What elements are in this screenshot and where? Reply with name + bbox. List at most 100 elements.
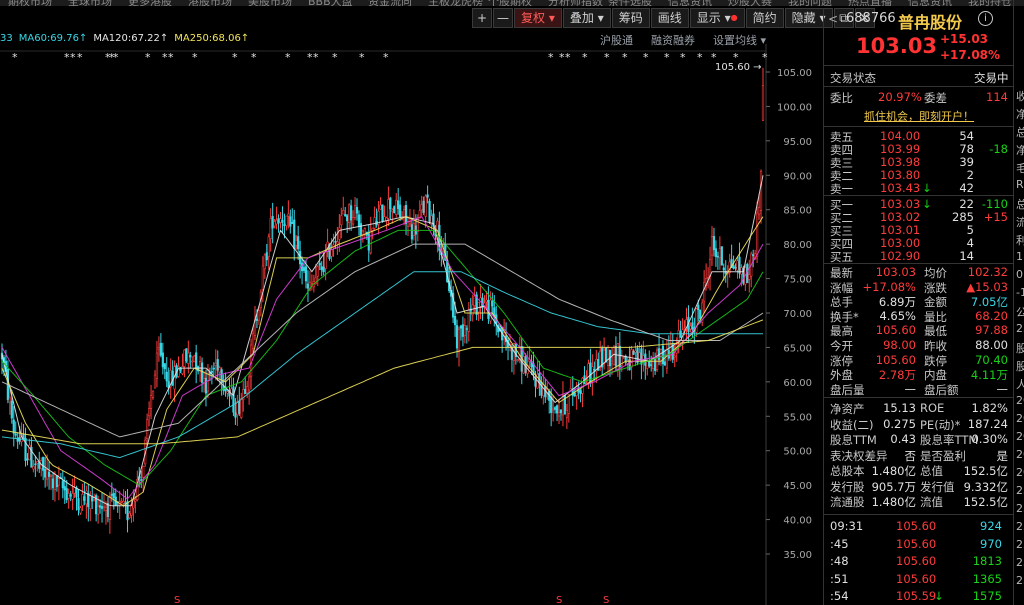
event-marker[interactable]: * <box>12 51 18 64</box>
event-marker[interactable]: * <box>733 51 739 64</box>
event-marker[interactable]: * <box>359 51 365 64</box>
top-menu-item[interactable]: BBB大盘 <box>308 0 353 6</box>
dividend-marker[interactable]: S <box>556 595 562 605</box>
top-menu-item[interactable]: 炒股大赛 <box>728 0 772 6</box>
candle-body <box>271 216 274 229</box>
fund-value: 152.5亿 <box>963 495 1008 509</box>
event-marker[interactable]: * <box>192 51 198 64</box>
kline-chart[interactable]: 35.00 40.00 45.00 50.00 55.00 60.00 65.00 70.00… <box>0 44 822 605</box>
top-menu-item[interactable]: 我的问题 <box>788 0 832 6</box>
chips-button[interactable]: 筹码 <box>611 8 650 28</box>
event-marker[interactable]: * <box>548 51 554 64</box>
candle-body <box>761 85 765 121</box>
top-menu-item[interactable]: 美股市场 <box>248 0 292 6</box>
event-marker[interactable]: * <box>251 51 257 64</box>
ask-delta: -18 <box>989 142 1008 156</box>
zoom-out-button[interactable]: — <box>493 8 513 28</box>
candle-body <box>261 265 264 290</box>
candle-body <box>351 217 355 225</box>
event-marker[interactable]: * <box>168 51 174 64</box>
top-menu-item[interactable]: 全球市场 <box>68 0 112 6</box>
bid-delta: -110 <box>981 197 1008 211</box>
event-marker[interactable]: * <box>697 51 703 64</box>
draw-line-button[interactable]: 画线 <box>650 8 689 28</box>
down-arrow-icon: ↓ <box>934 589 944 603</box>
candle-body <box>387 199 390 219</box>
y-tick-label: 100.00 <box>777 102 812 113</box>
stat-value: 4.11万 <box>970 368 1008 383</box>
simple-mode-button[interactable]: 简约 <box>745 8 784 28</box>
dividend-marker[interactable]: S <box>174 595 180 605</box>
top-menu-item[interactable]: 我的持仓 <box>968 0 1012 6</box>
event-marker[interactable]: * <box>604 51 610 64</box>
candle-body <box>128 512 131 519</box>
event-marker[interactable]: * <box>762 51 768 64</box>
open-account-link[interactable]: 抓住机会，即刻开户！ <box>824 108 1014 124</box>
tick-price: 105.60 <box>896 571 937 586</box>
candle-body <box>14 433 17 436</box>
fund-label: 发行股 <box>830 479 865 494</box>
top-menu-item[interactable]: 分析师指数 <box>548 0 603 6</box>
candle-body <box>244 388 247 395</box>
price-change-pct: +17.08% <box>940 48 1001 62</box>
zoom-in-button[interactable]: + <box>472 8 492 28</box>
event-marker[interactable]: * <box>643 51 649 64</box>
side-label: 25 <box>1016 520 1024 533</box>
side-info-column: 收净总净毛RO总流利10-1公23股股人20202020202525252525… <box>1013 0 1024 605</box>
dividend-marker[interactable]: S <box>603 595 609 605</box>
event-marker[interactable]: * <box>383 51 389 64</box>
candle-body <box>293 219 296 249</box>
top-menu-item[interactable]: 条件选股 <box>608 0 652 6</box>
bid-row: 买一 103.03 ↓ 22 -110 <box>824 197 1014 212</box>
info-icon[interactable]: i <box>978 11 993 26</box>
candle-body <box>355 207 359 214</box>
candle-body <box>422 200 425 213</box>
candle-body <box>42 456 45 471</box>
top-menu-item[interactable]: 资金流向 <box>368 0 412 6</box>
overlay-button[interactable]: 叠加 ▾ <box>562 8 611 28</box>
event-marker[interactable]: * <box>77 51 83 64</box>
top-menu-item[interactable]: 信息资讯 <box>908 0 952 6</box>
event-marker[interactable]: * <box>285 51 291 64</box>
fuquan-button[interactable]: 复权 ▾ <box>514 8 562 28</box>
event-marker[interactable]: * <box>582 51 588 64</box>
event-marker[interactable]: * <box>565 51 571 64</box>
display-button[interactable]: 显示 ▾● <box>689 8 745 28</box>
top-menu-item[interactable]: 热点直播 <box>848 0 892 6</box>
candle-body <box>104 506 108 511</box>
event-marker[interactable]: * <box>332 51 338 64</box>
side-label: 20 <box>1016 448 1024 461</box>
candle-body <box>353 205 357 218</box>
event-marker[interactable]: * <box>145 51 151 64</box>
event-marker[interactable]: * <box>313 51 319 64</box>
top-menu-item[interactable]: 信息资讯 <box>668 0 712 6</box>
fund-value: 0.275 <box>883 416 916 431</box>
event-marker[interactable]: * <box>113 51 119 64</box>
event-marker[interactable]: * <box>664 51 670 64</box>
top-menu-item[interactable]: 期权市场 <box>8 0 52 6</box>
event-marker[interactable]: * <box>711 51 717 64</box>
event-marker[interactable]: * <box>622 51 628 64</box>
candle-body <box>257 310 261 321</box>
candle-body <box>83 496 86 501</box>
candle-body <box>218 367 221 373</box>
event-marker[interactable]: * <box>680 51 686 64</box>
ask-price: 104.00 <box>880 129 921 143</box>
event-marker[interactable]: * <box>70 51 76 64</box>
candle-body <box>463 324 466 337</box>
divider <box>824 263 1014 264</box>
top-menu-item[interactable]: 个股期权 <box>488 0 532 6</box>
fund-value: 0.30% <box>971 432 1008 446</box>
event-marker[interactable]: * <box>232 51 238 64</box>
candle-body <box>26 458 29 461</box>
candle-body <box>100 506 104 509</box>
ma-legend-item: MA250:68.06↑ <box>174 33 250 44</box>
top-menu-item[interactable]: 港股市场 <box>188 0 232 6</box>
top-menu-item[interactable]: 主板龙虎榜 <box>428 0 483 6</box>
candle-body <box>55 475 59 488</box>
candle-body <box>402 209 406 218</box>
top-menu-item[interactable]: 更多港股 <box>128 0 172 6</box>
candle-body <box>220 369 223 384</box>
back-icon[interactable]: < <box>828 12 838 26</box>
stock-name[interactable]: 普冉股份 <box>898 9 962 33</box>
